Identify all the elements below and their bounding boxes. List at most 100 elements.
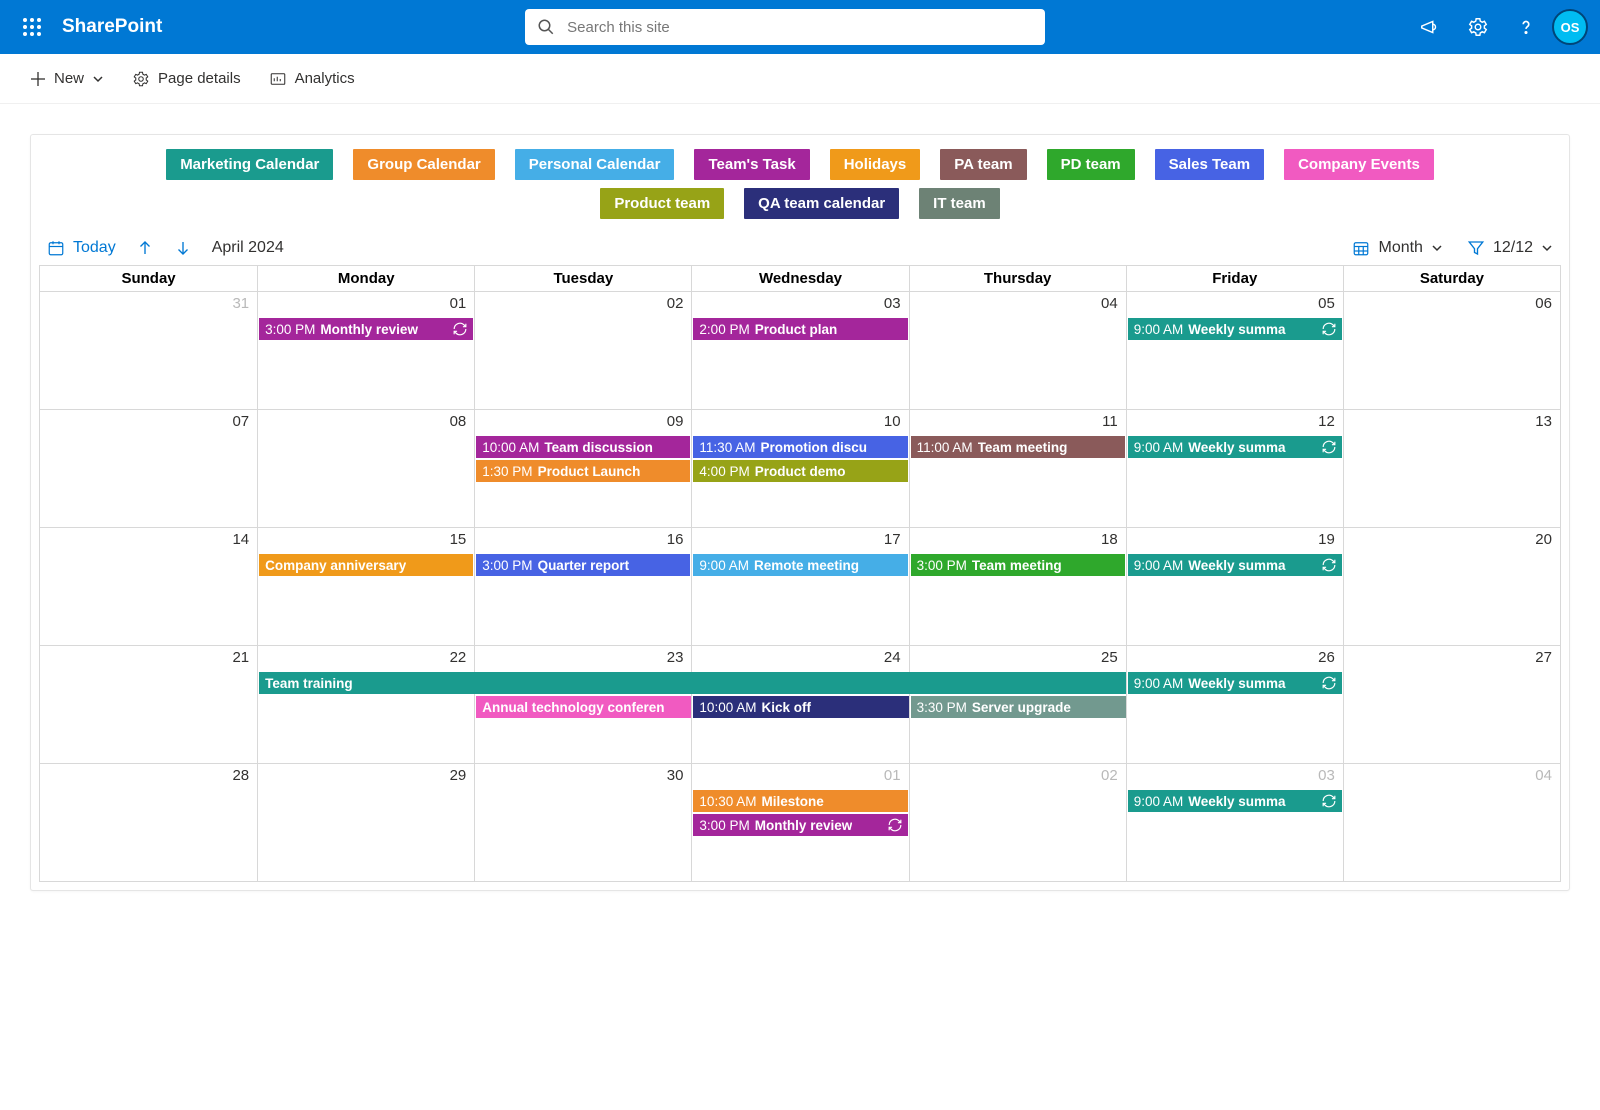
calendar-event[interactable]: 4:00 PMProduct demo	[693, 460, 907, 482]
date-number: 23	[667, 649, 684, 666]
date-number: 27	[1535, 649, 1552, 666]
calendar-chip[interactable]: Sales Team	[1155, 149, 1264, 180]
calendar-cell[interactable]: 06	[1343, 292, 1560, 409]
calendar-event-span[interactable]: Team training	[259, 672, 1126, 694]
calendar-cell[interactable]: 199:00 AMWeekly summa	[1126, 528, 1343, 645]
calendar-event[interactable]: 3:00 PMTeam meeting	[911, 554, 1125, 576]
calendar-cell[interactable]: 013:00 PMMonthly review	[257, 292, 474, 409]
calendar-cell[interactable]: 13	[1343, 410, 1560, 527]
calendar-cell[interactable]: 03 9:00 AMWeekly summa	[1126, 764, 1343, 881]
calendar-cell[interactable]: 07	[40, 410, 257, 527]
calendar-chip[interactable]: QA team calendar	[744, 188, 899, 219]
calendar-event[interactable]: 11:30 AMPromotion discu	[693, 436, 907, 458]
search-box[interactable]	[525, 9, 1045, 45]
calendar-chip[interactable]: PA team	[940, 149, 1026, 180]
date-number: 12	[1318, 413, 1335, 430]
dow-label: Tuesday	[474, 266, 691, 292]
calendar-cell[interactable]: 032:00 PMProduct plan	[691, 292, 908, 409]
calendar-cell[interactable]: 059:00 AMWeekly summa	[1126, 292, 1343, 409]
calendar-cell[interactable]: 269:00 AMWeekly summa	[1126, 646, 1343, 763]
analytics-button[interactable]: Analytics	[269, 70, 355, 88]
calendar-cell[interactable]: 20	[1343, 528, 1560, 645]
calendar-event[interactable]: 3:00 PMQuarter report	[476, 554, 690, 576]
calendar-cell[interactable]: 14	[40, 528, 257, 645]
calendar-event[interactable]: 9:00 AMWeekly summa	[1128, 554, 1342, 576]
calendar-cell[interactable]: 27	[1343, 646, 1560, 763]
date-number: 15	[450, 531, 467, 548]
calendar-event[interactable]: 10:30 AMMilestone	[693, 790, 907, 812]
calendar-cell[interactable]: 1011:30 AMPromotion discu4:00 PMProduct …	[691, 410, 908, 527]
calendar-event[interactable]: 9:00 AMWeekly summa	[1128, 672, 1342, 694]
calendar-cell[interactable]: 08	[257, 410, 474, 527]
calendar-cell[interactable]: 179:00 AMRemote meeting	[691, 528, 908, 645]
help-icon[interactable]	[1504, 5, 1548, 49]
page-details-button[interactable]: Page details	[132, 70, 241, 88]
filter-selector[interactable]: 12/12	[1467, 239, 1553, 257]
calendar-chip[interactable]: Holidays	[830, 149, 921, 180]
event-time: 9:00 AM	[1134, 794, 1184, 809]
calendar-chip[interactable]: Product team	[600, 188, 724, 219]
calendar-cell[interactable]: 04	[909, 292, 1126, 409]
calendar-cell[interactable]: 183:00 PMTeam meeting	[909, 528, 1126, 645]
calendar-event[interactable]: 2:00 PMProduct plan	[693, 318, 907, 340]
calendar-chip[interactable]: Team's Task	[694, 149, 809, 180]
settings-icon[interactable]	[1456, 5, 1500, 49]
date-number: 02	[1101, 767, 1118, 784]
today-button[interactable]: Today	[47, 239, 116, 257]
calendar-cell[interactable]: 15 Company anniversary	[257, 528, 474, 645]
calendar-event-span[interactable]: 10:00 AMKick off	[693, 696, 908, 718]
search-input[interactable]	[567, 19, 1033, 36]
calendar-grid-icon	[1352, 239, 1370, 257]
calendar-chip[interactable]: Group Calendar	[353, 149, 494, 180]
date-number: 24	[884, 649, 901, 666]
calendar-cell[interactable]: 163:00 PMQuarter report	[474, 528, 691, 645]
calendar-cell[interactable]: 31	[40, 292, 257, 409]
calendar-event[interactable]: 9:00 AMWeekly summa	[1128, 436, 1342, 458]
app-launcher-icon[interactable]	[8, 18, 56, 36]
new-button[interactable]: New	[30, 70, 104, 87]
prev-month-button[interactable]	[136, 239, 154, 257]
calendar-cell[interactable]: 12 9:00 AMWeekly summa	[1126, 410, 1343, 527]
event-time: 4:00 PM	[699, 464, 749, 479]
calendar-event[interactable]: 9:00 AMWeekly summa	[1128, 790, 1342, 812]
calendar-event[interactable]: 9:00 AMRemote meeting	[693, 554, 907, 576]
app-name[interactable]: SharePoint	[62, 16, 162, 38]
next-month-button[interactable]	[174, 239, 192, 257]
calendar-cell[interactable]: 1111:00 AMTeam meeting	[909, 410, 1126, 527]
calendar-cell[interactable]: 30	[474, 764, 691, 881]
calendar-cell[interactable]: 28	[40, 764, 257, 881]
date-number: 03	[1318, 767, 1335, 784]
calendar-chip[interactable]: Company Events	[1284, 149, 1434, 180]
calendar-event[interactable]: 10:00 AMTeam discussion	[476, 436, 690, 458]
calendar-cell[interactable]: 21	[40, 646, 257, 763]
calendar-event[interactable]: 9:00 AMWeekly summa	[1128, 318, 1342, 340]
calendar-chip[interactable]: IT team	[919, 188, 1000, 219]
calendar-chip[interactable]: Personal Calendar	[515, 149, 675, 180]
date-number: 04	[1535, 767, 1552, 784]
calendar-event[interactable]: Company anniversary	[259, 554, 473, 576]
calendar-chip[interactable]: Marketing Calendar	[166, 149, 333, 180]
user-avatar[interactable]: OS	[1552, 9, 1588, 45]
calendar-cell[interactable]: 22	[257, 646, 474, 763]
calendar-cell[interactable]: 04	[1343, 764, 1560, 881]
today-label: Today	[73, 239, 116, 257]
calendar-cell[interactable]: 02	[474, 292, 691, 409]
calendar-event-span[interactable]: Annual technology conferen	[476, 696, 691, 718]
calendar-event[interactable]: 3:00 PMMonthly review	[259, 318, 473, 340]
event-title: Product plan	[755, 322, 838, 337]
dow-label: Saturday	[1343, 266, 1560, 292]
megaphone-icon[interactable]	[1408, 5, 1452, 49]
event-time: 3:00 PM	[482, 558, 532, 573]
calendar-event[interactable]: 1:30 PMProduct Launch	[476, 460, 690, 482]
calendar-card: Marketing Calendar Group Calendar Personal…	[30, 134, 1570, 891]
view-selector[interactable]: Month	[1352, 239, 1442, 257]
date-number: 21	[232, 649, 249, 666]
calendar-cell[interactable]: 02	[909, 764, 1126, 881]
calendar-cell[interactable]: 0110:30 AMMilestone3:00 PMMonthly review	[691, 764, 908, 881]
calendar-event[interactable]: 11:00 AMTeam meeting	[911, 436, 1125, 458]
calendar-event-span[interactable]: 3:30 PMServer upgrade	[911, 696, 1126, 718]
calendar-event[interactable]: 3:00 PMMonthly review	[693, 814, 907, 836]
calendar-cell[interactable]: 0910:00 AMTeam discussion1:30 PMProduct …	[474, 410, 691, 527]
calendar-chip[interactable]: PD team	[1047, 149, 1135, 180]
calendar-cell[interactable]: 29	[257, 764, 474, 881]
